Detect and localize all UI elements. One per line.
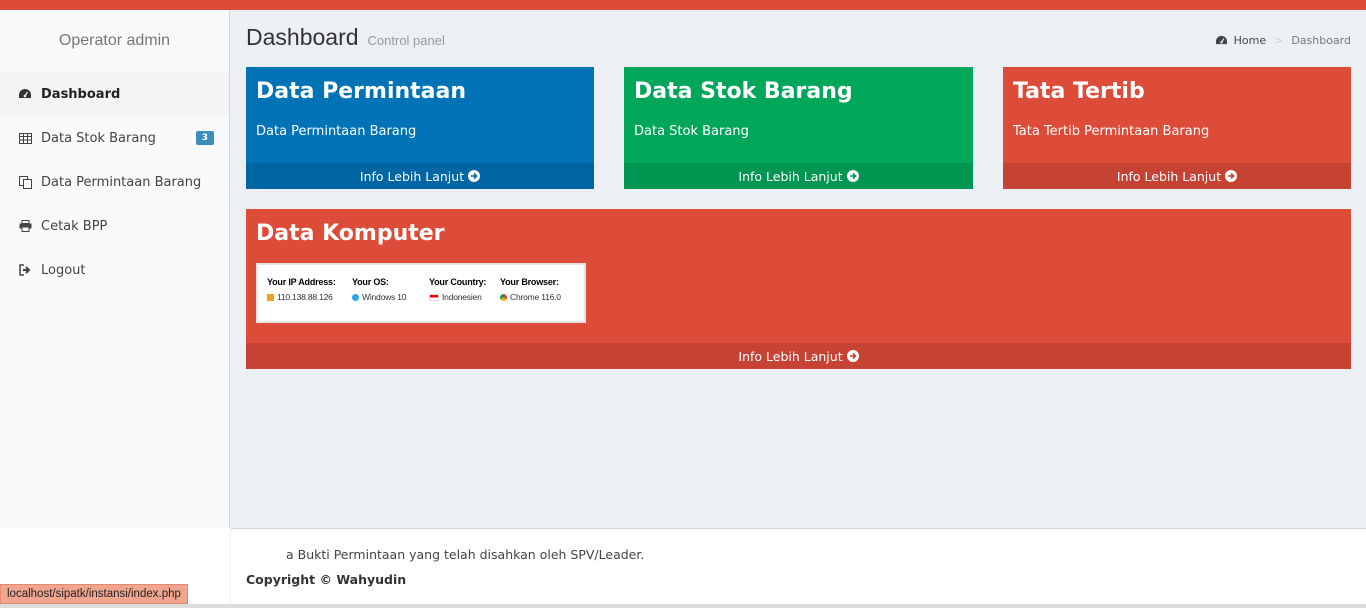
sidebar-item-dashboard[interactable]: Dashboard <box>0 72 229 116</box>
info-more-label: Info Lebih Lanjut <box>738 168 843 184</box>
breadcrumb-separator: > <box>1274 34 1284 47</box>
indonesia-flag-icon <box>429 293 439 301</box>
breadcrumb-current: Dashboard <box>1291 34 1351 47</box>
windows-icon <box>352 293 359 301</box>
arrow-circle-right-icon <box>468 170 481 182</box>
print-icon <box>18 219 32 233</box>
sidebar-item-label: Logout <box>41 262 86 278</box>
os-info: Your OS: Windows 10 <box>352 277 407 302</box>
breadcrumb: Home > Dashboard <box>1215 34 1351 47</box>
country-info: Your Country: Indonesien <box>429 277 486 302</box>
box-title: Data Stok Barang <box>634 79 853 104</box>
info-more-label: Info Lebih Lanjut <box>359 168 465 184</box>
country-label: Your Country: <box>429 277 487 287</box>
box-title: Data Permintaan <box>256 79 467 104</box>
browser-status-url: localhost/sipatk/instansi/index.php <box>0 584 188 604</box>
ip-address-label: Your IP Address: <box>267 277 336 287</box>
info-more-label: Info Lebih Lanjut <box>1116 168 1222 184</box>
sidebar-item-logout[interactable]: Logout <box>0 248 229 292</box>
info-more-link[interactable]: Info Lebih Lanjut <box>1003 163 1351 189</box>
copyright-text: Copyright © Wahyudin <box>246 572 407 587</box>
page-title: Dashboard <box>246 24 359 50</box>
os-label: Your OS: <box>352 277 389 287</box>
box-title: Data Komputer <box>256 221 445 246</box>
sidebar-menu: Dashboard Data Stok Barang 3 Data Permin… <box>0 72 229 292</box>
data-komputer-box: Data Komputer Your IP Address: 110.138.8… <box>246 209 1351 369</box>
arrow-circle-right-icon <box>846 350 859 362</box>
chrome-icon <box>500 293 507 301</box>
sidebar-item-data-permintaan-barang[interactable]: Data Permintaan Barang <box>0 160 229 204</box>
browser-value: Chrome 116.0 <box>510 292 561 302</box>
box-title: Tata Tertib <box>1013 79 1145 104</box>
tata-tertib-box: Tata Tertib Tata Tertib Permintaan Baran… <box>1003 67 1351 189</box>
sidebar-user-name: Operator admin <box>58 32 171 49</box>
ip-icon <box>267 293 274 301</box>
ip-address-info: Your IP Address: 110.138.88.126 <box>267 277 336 302</box>
arrow-circle-right-icon <box>1225 170 1238 182</box>
sign-out-icon <box>18 263 32 277</box>
info-more-link[interactable]: Info Lebih Lanjut <box>246 343 1351 369</box>
data-permintaan-box: Data Permintaan Data Permintaan Barang I… <box>246 67 594 189</box>
page-subtitle: Control panel <box>367 33 445 48</box>
data-stok-barang-box: Data Stok Barang Data Stok Barang Info L… <box>624 67 973 189</box>
os-value: Windows 10 <box>362 292 407 302</box>
main-footer: a Bukti Permintaan yang telah disahkan o… <box>231 528 1366 604</box>
sidebar-item-label: Dashboard <box>41 86 121 102</box>
content-header: Dashboard Control panel <box>246 24 445 51</box>
ip-address-value: 110.138.88.126 <box>277 292 333 302</box>
info-more-link[interactable]: Info Lebih Lanjut <box>246 163 594 189</box>
sidebar-item-cetak-bpp[interactable]: Cetak BPP <box>0 204 229 248</box>
breadcrumb-home-link[interactable]: Home <box>1234 34 1266 47</box>
count-badge: 3 <box>195 131 214 145</box>
footer-note: a Bukti Permintaan yang telah disahkan o… <box>286 547 645 562</box>
arrow-circle-right-icon <box>846 170 859 182</box>
dashboard-icon <box>1215 35 1228 46</box>
sidebar-item-label: Data Permintaan Barang <box>41 174 202 190</box>
box-description: Tata Tertib Permintaan Barang <box>1013 124 1210 139</box>
browser-info: Your Browser: Chrome 116.0 <box>500 277 561 302</box>
top-navbar <box>0 0 1366 10</box>
info-more-label: Info Lebih Lanjut <box>738 348 843 364</box>
country-value: Indonesien <box>442 292 482 302</box>
main-content: Dashboard Control panel Home > Dashboard… <box>231 10 1366 528</box>
window-bottom-edge <box>0 604 1366 608</box>
copy-icon <box>18 175 32 189</box>
browser-label: Your Browser: <box>500 277 559 287</box>
box-description: Data Permintaan Barang <box>256 124 417 139</box>
box-description: Data Stok Barang <box>634 124 749 139</box>
dashboard-icon <box>18 87 32 101</box>
sidebar: Operator admin Dashboard Data Stok Baran… <box>0 10 230 528</box>
table-icon <box>18 131 32 145</box>
sidebar-item-data-stok-barang[interactable]: Data Stok Barang 3 <box>0 116 229 160</box>
sidebar-item-label: Cetak BPP <box>41 218 108 234</box>
info-more-link[interactable]: Info Lebih Lanjut <box>624 163 973 189</box>
visitor-info-widget: Your IP Address: 110.138.88.126 Your OS:… <box>256 263 586 323</box>
sidebar-item-label: Data Stok Barang <box>41 130 156 146</box>
